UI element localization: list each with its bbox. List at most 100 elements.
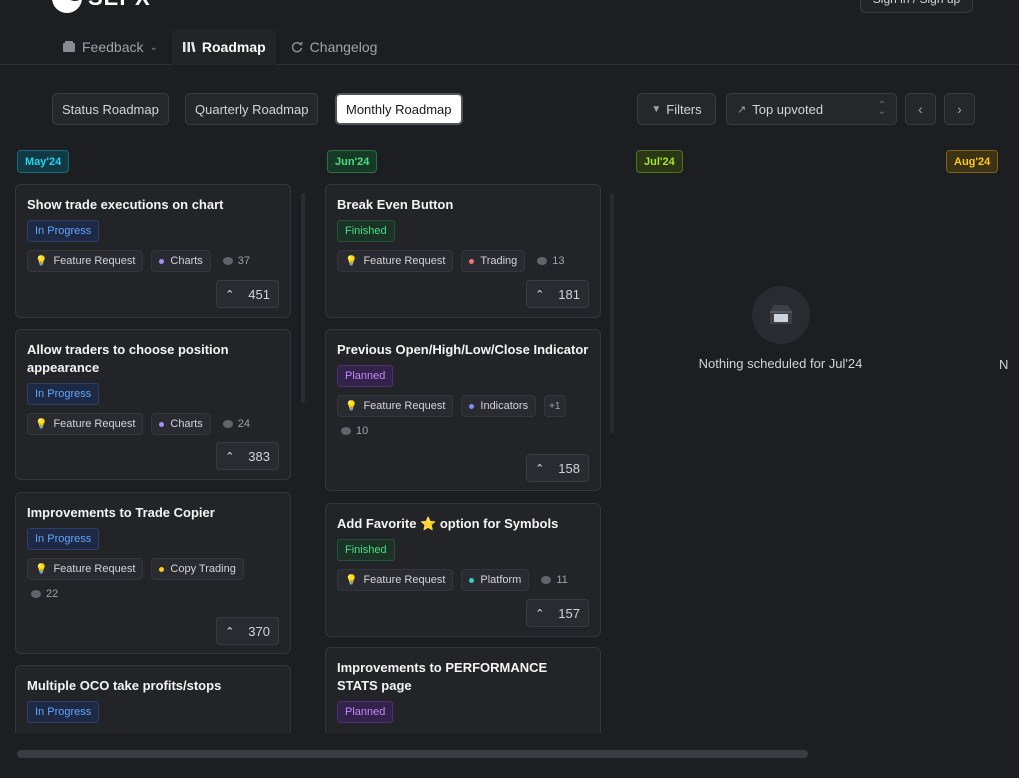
tag[interactable]: 💡 Feature Request [337, 395, 454, 417]
tag[interactable]: Charts [151, 250, 211, 272]
next-button[interactable]: › [944, 93, 975, 125]
chevron-up-icon: ⌃ [535, 288, 545, 301]
column-scrollbar[interactable] [301, 193, 305, 403]
tag[interactable]: Platform [461, 569, 530, 591]
logo-mark-icon [52, 0, 82, 13]
tag-label: Feature Request [53, 418, 136, 430]
tag[interactable]: 💡 Feature Request [27, 250, 144, 272]
tag[interactable]: Trading [461, 250, 526, 272]
card-title: Break Even Button [337, 197, 454, 212]
vote-count: 451 [248, 286, 270, 302]
tag-dot-icon [469, 258, 475, 264]
comment-icon [537, 257, 548, 265]
tag[interactable]: 💡 Feature Request [337, 569, 454, 591]
card-title: Show trade executions on chart [27, 197, 224, 212]
prev-button[interactable]: ‹ [905, 93, 936, 125]
upvote-button[interactable]: ⌃ 451 [216, 280, 279, 308]
tag[interactable]: Copy Trading [151, 558, 244, 580]
roadmap-card[interactable]: Improvements to PERFORMANCE STATS page Pl… [325, 647, 601, 733]
vote-count: 383 [248, 448, 270, 464]
signin-button[interactable]: Sign in / Sign up [860, 0, 973, 13]
tab-roadmap[interactable]: Roadmap [171, 29, 276, 65]
card-title: Improvements to PERFORMANCE STATS page [337, 660, 548, 693]
horizontal-scrollbar-thumb[interactable] [17, 750, 808, 758]
comment-count: 24 [219, 418, 250, 430]
status-roadmap-button[interactable]: Status Roadmap [52, 93, 169, 125]
chevron-up-icon: ⌃ [225, 288, 235, 301]
column-scrollbar[interactable] [610, 193, 614, 433]
chevron-down-icon: ⌄ [149, 41, 158, 53]
roadmap-card[interactable]: Add Favorite ⭐ option for Symbols Finishe… [325, 503, 601, 637]
lightbulb-icon: 💡 [345, 255, 358, 267]
lightbulb-icon: 💡 [35, 255, 48, 267]
comment-count: 22 [27, 588, 58, 600]
upvote-button[interactable]: ⌃ 181 [526, 280, 589, 308]
monthly-roadmap-button[interactable]: Monthly Roadmap [335, 93, 463, 125]
comment-count: 37 [219, 255, 250, 267]
clipped-empty-text: N [999, 357, 1009, 372]
roadmap-card[interactable]: Allow traders to choose position appeara… [15, 329, 291, 480]
tag[interactable]: Charts [151, 413, 211, 435]
tag-label: Platform [480, 574, 522, 586]
month-badge-aug: Aug'24 [946, 150, 999, 173]
tab-changelog-label: Changelog [309, 39, 378, 55]
tag-label: Feature Request [363, 400, 446, 412]
comment-count: 10 [337, 425, 368, 437]
chevron-left-icon: ‹ [918, 101, 923, 117]
roadmap-card[interactable]: Previous Open/High/Low/Close Indicator Pl… [325, 329, 601, 491]
vote-count: 181 [558, 286, 580, 302]
sort-label: Top upvoted [752, 101, 824, 117]
comment-icon [341, 427, 351, 435]
comment-count-value: 13 [552, 255, 565, 267]
card-title: Multiple OCO take profits/stops [27, 678, 222, 693]
inbox-icon [63, 41, 75, 52]
comment-icon [222, 420, 233, 428]
tag-dot-icon [469, 403, 475, 409]
quarterly-roadmap-button[interactable]: Quarterly Roadmap [185, 93, 319, 125]
upvote-button[interactable]: ⌃ 157 [526, 599, 589, 627]
comment-icon [31, 590, 41, 598]
lightbulb-icon: 💡 [345, 400, 358, 412]
tag-label: Feature Request [363, 255, 446, 267]
comment-count-value: 11 [556, 574, 568, 586]
card-tags: 💡 Feature Request Indicators +1 10 [337, 395, 589, 437]
upvote-button[interactable]: ⌃ 370 [216, 617, 279, 645]
tag[interactable]: 💡 Feature Request [27, 558, 144, 580]
column-jun[interactable]: Break Even Button Finished 💡 Feature Reques… [325, 184, 605, 733]
roadmap-icon [182, 41, 196, 53]
upvote-button[interactable]: ⌃ 158 [526, 454, 589, 482]
tag[interactable]: 💡 Feature Request [27, 413, 144, 435]
card-tags: 💡 Feature Request Platform 11 [337, 569, 589, 591]
tag-dot-icon [159, 421, 165, 427]
roadmap-card[interactable]: Improvements to Trade Copier In Progress 💡… [15, 492, 291, 654]
roadmap-card[interactable]: Show trade executions on chart In Progres… [15, 184, 291, 318]
tag-label: Indicators [480, 400, 529, 412]
tag-label: Feature Request [363, 574, 446, 586]
lightbulb-icon: 💡 [35, 563, 48, 575]
tag-label: Feature Request [53, 255, 136, 267]
roadmap-card[interactable]: Break Even Button Finished 💡 Feature Reques… [325, 184, 601, 318]
tag-dot-icon [469, 577, 475, 583]
tab-feedback[interactable]: Feedback ⌄ [52, 29, 168, 65]
card-title: Allow traders to choose position appeara… [27, 342, 229, 375]
card-tags: 💡 Feature Request Charts 37 [27, 250, 279, 272]
month-badge-jul: Jul'24 [636, 150, 683, 173]
status-badge: Finished [337, 539, 395, 561]
tag[interactable]: Indicators [461, 395, 537, 417]
tab-changelog[interactable]: Changelog [280, 29, 388, 65]
month-badge-may: May'24 [17, 150, 70, 173]
more-tags[interactable]: +1 [544, 395, 566, 417]
tag[interactable]: 💡 Feature Request [337, 250, 454, 272]
main-nav: Feedback ⌄ Roadmap Changelog [52, 29, 387, 65]
filters-button[interactable]: ▼ Filters [637, 93, 716, 125]
vote-count: 370 [248, 623, 270, 639]
sort-select[interactable]: ↗ Top upvoted ⌃ ⌄ [726, 93, 897, 125]
logo[interactable]: SEPX [52, 0, 151, 14]
chevron-right-icon: › [957, 101, 962, 117]
status-badge: In Progress [27, 383, 100, 405]
comment-count-value: 10 [356, 425, 369, 437]
upvote-button[interactable]: ⌃ 383 [216, 442, 279, 470]
lightbulb-icon: 💡 [35, 418, 48, 430]
column-may[interactable]: Show trade executions on chart In Progres… [15, 184, 295, 733]
roadmap-card[interactable]: Multiple OCO take profits/stops In Progre… [15, 665, 291, 733]
